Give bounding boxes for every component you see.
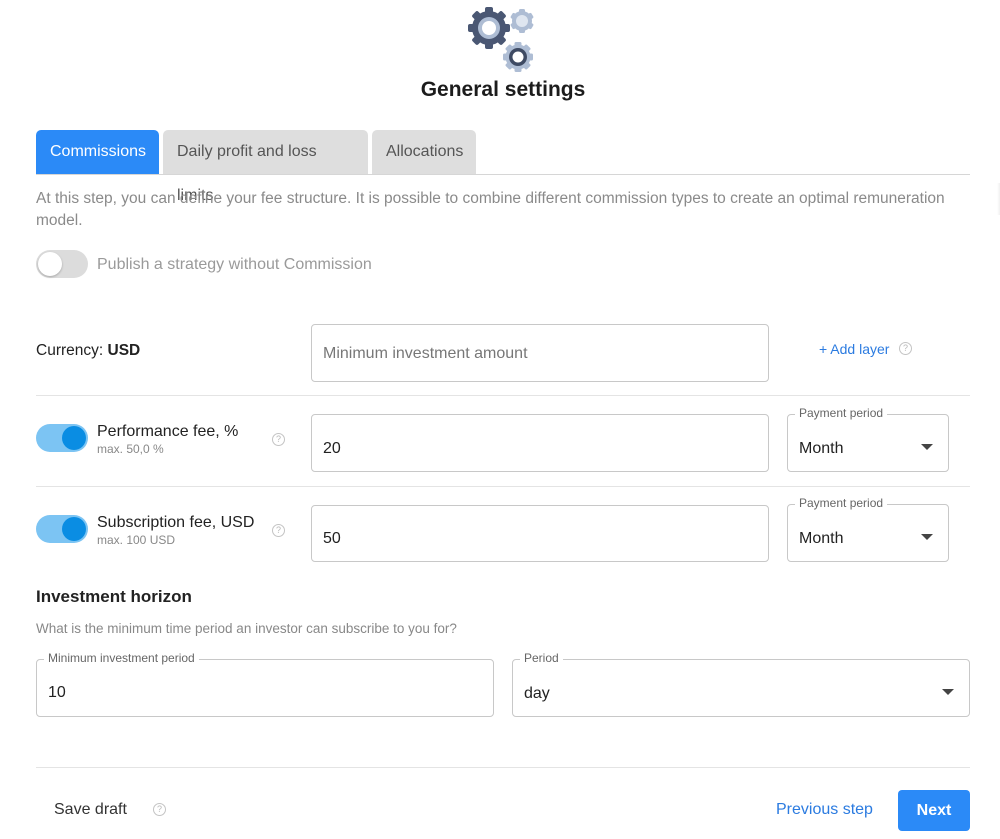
payment-period-value: Month (799, 530, 844, 547)
currency-caption: Currency: (36, 342, 104, 359)
previous-step-button[interactable]: Previous step (776, 801, 873, 819)
divider (36, 486, 970, 487)
performance-fee-input[interactable]: 20 (311, 414, 769, 472)
add-layer-help-icon[interactable]: ? (899, 342, 912, 355)
publish-without-commission-toggle[interactable] (36, 250, 88, 278)
page-title: General settings (420, 78, 586, 101)
next-button[interactable]: Next (898, 790, 970, 831)
currency-value: USD (107, 342, 141, 359)
minimum-investment-amount-input[interactable]: Minimum investment amount (311, 324, 769, 382)
save-draft-help-icon[interactable]: ? (153, 803, 166, 816)
intro-text: At this step, you can define your fee st… (36, 190, 945, 229)
subscription-fee-label: Subscription fee, USD (97, 514, 255, 531)
tab-daily-profit-loss-limits[interactable]: Daily profit and loss limits (163, 130, 368, 204)
subscription-fee-toggle[interactable] (36, 515, 88, 543)
performance-fee-max: max. 50,0 % (97, 442, 164, 456)
performance-fee-value: 20 (323, 440, 341, 457)
subscription-fee-max: max. 100 USD (97, 533, 176, 547)
payment-period-value: Month (799, 440, 844, 457)
chevron-down-icon (921, 444, 933, 450)
minimum-investment-amount-placeholder: Minimum investment amount (323, 345, 528, 362)
period-legend: Period (520, 651, 563, 665)
gears-icon (466, 6, 538, 74)
period-value: day (524, 685, 550, 702)
investment-horizon-heading: Investment horizon (36, 587, 192, 606)
performance-fee-toggle[interactable] (36, 424, 88, 452)
toggle-knob (38, 252, 62, 276)
chevron-down-icon (942, 689, 954, 695)
tab-bar: Commissions Daily profit and loss limits… (36, 130, 970, 204)
toggle-knob (62, 517, 86, 541)
subscription-fee-help-icon[interactable]: ? (272, 524, 285, 537)
performance-fee-help-icon[interactable]: ? (272, 433, 285, 446)
tab-commissions[interactable]: Commissions (36, 130, 159, 174)
tab-allocations[interactable]: Allocations (372, 130, 476, 174)
publish-without-commission-label: Publish a strategy without Commission (97, 256, 372, 273)
currency-label: Currency: USD (36, 342, 140, 360)
minimum-investment-period-value: 10 (48, 684, 66, 701)
payment-period-legend: Payment period (795, 406, 888, 420)
chevron-down-icon (921, 534, 933, 540)
payment-period-legend: Payment period (795, 496, 888, 510)
divider (36, 395, 970, 396)
minimum-investment-period-legend: Minimum investment period (44, 651, 199, 665)
subscription-fee-input[interactable]: 50 (311, 505, 769, 562)
performance-fee-payment-period-select[interactable]: Payment period Month (787, 406, 949, 472)
subscription-fee-payment-period-select[interactable]: Payment period Month (787, 496, 949, 562)
footer-divider (36, 767, 970, 768)
minimum-investment-period-input[interactable]: Minimum investment period 10 (36, 651, 494, 717)
investment-horizon-description: What is the minimum time period an inves… (36, 621, 457, 636)
subscription-fee-value: 50 (323, 530, 341, 547)
toggle-knob (62, 426, 86, 450)
save-draft-button[interactable]: Save draft (54, 801, 127, 819)
add-layer-link[interactable]: + Add layer (819, 341, 889, 357)
performance-fee-label: Performance fee, % (97, 423, 239, 440)
period-select[interactable]: Period day (512, 651, 970, 717)
